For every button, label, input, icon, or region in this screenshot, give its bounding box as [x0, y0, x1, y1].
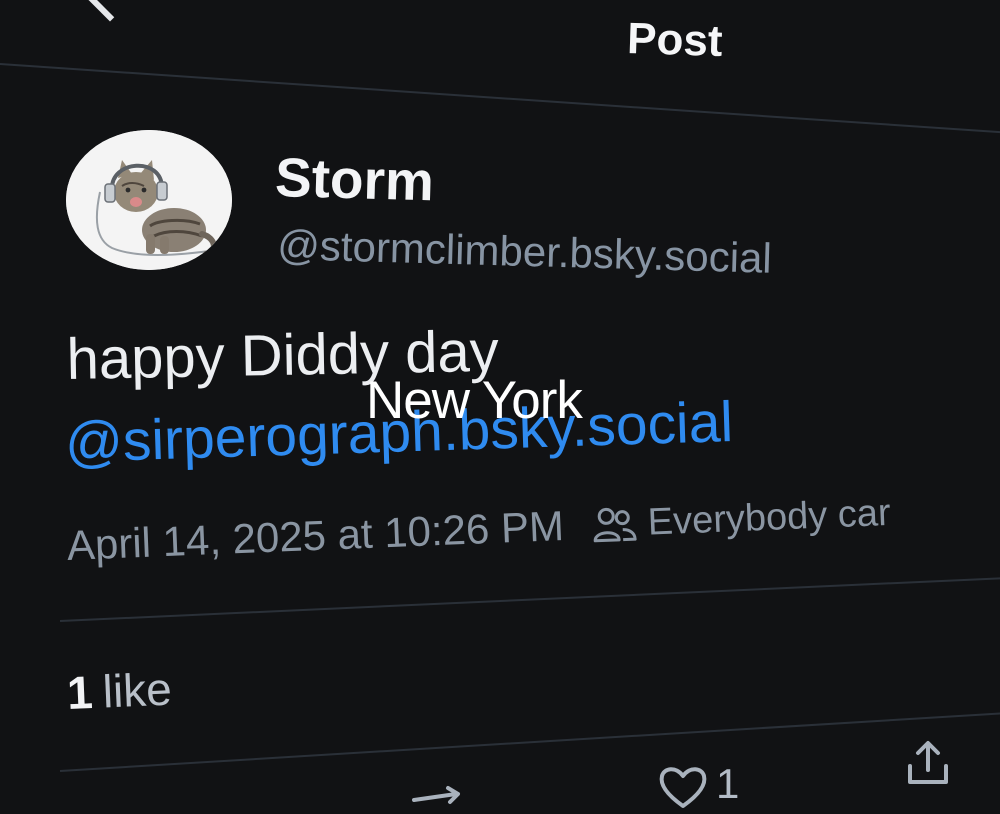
like-button[interactable]: 1 [656, 760, 739, 814]
people-icon [591, 503, 639, 545]
meta-divider [59, 576, 1000, 622]
avatar[interactable] [66, 130, 232, 270]
like-summary-count: 1 [66, 665, 94, 719]
reply-audience[interactable]: Everybody car [647, 491, 891, 544]
author-name[interactable]: Storm [274, 145, 435, 213]
repost-icon[interactable] [410, 780, 470, 814]
post-screen: Post Storm @stormclimber.bsky.social hap… [0, 0, 1000, 814]
post-meta: April 14, 2025 at 10:26 PM Everybody car [66, 489, 891, 570]
overlay-caption: New York [366, 371, 583, 430]
header-divider [0, 63, 1000, 136]
author-handle[interactable]: @stormclimber.bsky.social [277, 221, 773, 283]
cat-avatar-image [66, 130, 232, 270]
like-count: 1 [716, 760, 740, 807]
share-icon[interactable] [904, 738, 952, 790]
chevron-left-icon[interactable] [84, 0, 136, 22]
stats-divider [59, 711, 1000, 772]
heart-icon [659, 767, 707, 808]
like-summary-label: like [101, 662, 173, 718]
post-timestamp: April 14, 2025 at 10:26 PM [66, 502, 565, 569]
like-summary[interactable]: 1 like [66, 662, 173, 720]
page-title: Post [626, 14, 724, 66]
